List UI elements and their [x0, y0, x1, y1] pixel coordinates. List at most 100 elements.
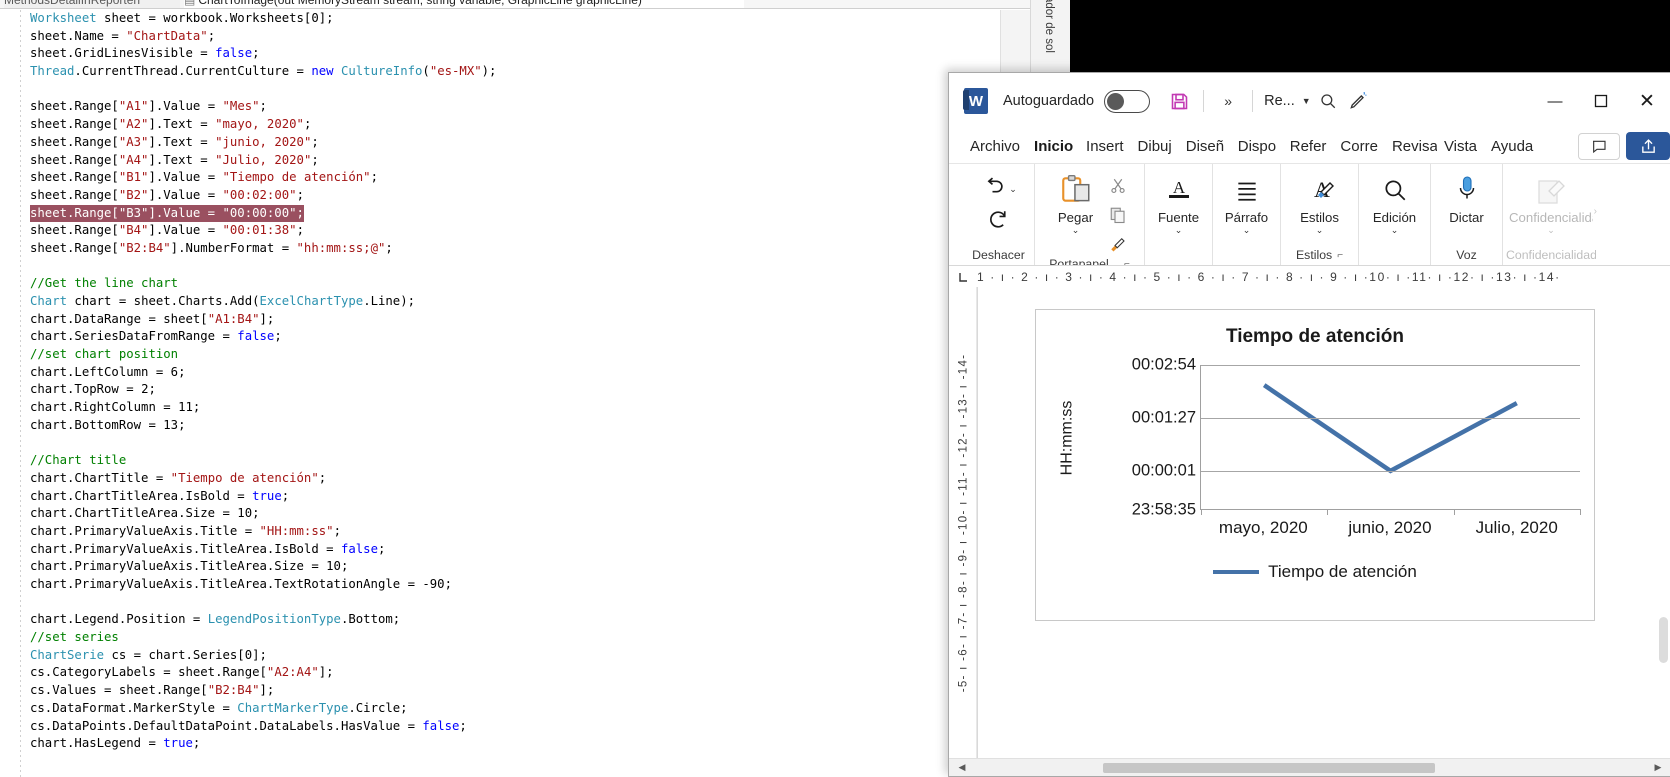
repeat-dropdown[interactable]: Re... ▼ [1264, 93, 1311, 109]
tab-corre[interactable]: Corre [1333, 136, 1385, 157]
undo-icon[interactable] [980, 174, 1005, 204]
ribbon-group-confidencialidad: Confidencialidad ⌄ › Confidencialidad [1503, 164, 1599, 265]
tab-vista[interactable]: Vista [1437, 136, 1484, 157]
edicion-caret-icon[interactable]: ⌄ [1391, 225, 1399, 235]
code-line: sheet.Range["B1"].Value = "Tiempo de ate… [30, 170, 378, 185]
scissors-icon[interactable] [1105, 173, 1131, 199]
ribbon-group-estilos: A Estilos ⌄ Estilos ⌐ [1281, 164, 1359, 265]
dialog-launcher-icon[interactable]: ⌐ [1337, 250, 1343, 261]
editor-tab-methods[interactable]: MethodsDetailInReporten [4, 0, 180, 8]
maximize-button[interactable] [1578, 73, 1624, 129]
estilos-caret-icon[interactable]: ⌄ [1316, 225, 1324, 235]
autosave-toggle[interactable] [1104, 89, 1151, 113]
document-horizontal-scrollbar[interactable]: ◀ ▶ [949, 758, 1670, 776]
confidencialidad-label: Confidencialidad [1509, 210, 1593, 225]
fuente-button[interactable]: A Fuente ⌄ [1152, 170, 1206, 235]
chart-y-tick-labels: 00:02:54 00:01:27 00:00:01 23:58:35 [1096, 356, 1196, 519]
code-line: sheet.Range["B2"].Value = "00:02:00"; [30, 187, 304, 202]
format-painter-icon[interactable] [1105, 231, 1131, 257]
scroll-thumb[interactable] [1103, 762, 1435, 773]
code-line: chart.PrimaryValueAxis.TitleArea.IsBold … [30, 541, 386, 556]
estilos-button[interactable]: A Estilos ⌄ [1293, 170, 1347, 235]
parrafo-caret-icon[interactable]: ⌄ [1243, 225, 1251, 235]
edicion-button[interactable]: Edición ⌄ [1368, 170, 1422, 235]
horizontal-ruler[interactable]: 1 · ı · 2 · ı · 3 · ı · 4 · ı · 5 · ı · … [949, 265, 1670, 287]
search-icon[interactable] [1313, 86, 1343, 116]
document-page[interactable]: Tiempo de atención HH:mm:ss 00:02:54 00:0… [977, 287, 1670, 758]
vertical-tool-strip-label: ador de sol [1043, 0, 1055, 53]
pen-highlight-icon[interactable] [1343, 86, 1373, 116]
tab-inicio[interactable]: Inicio [1027, 136, 1079, 157]
ribbon-group-label-row: Estilos ⌐ [1296, 248, 1343, 265]
tab-insert[interactable]: Insert [1079, 136, 1131, 157]
tab-stop-icon[interactable] [949, 271, 977, 283]
save-icon[interactable] [1164, 86, 1194, 116]
close-button[interactable]: ✕ [1624, 73, 1670, 129]
code-line: //Chart title [30, 453, 127, 468]
tab-dise[interactable]: Diseñ [1179, 136, 1231, 157]
chart-x-tick [1201, 509, 1202, 515]
document-vertical-scrollbar-thumb[interactable] [1659, 617, 1668, 663]
svg-text:A: A [1172, 178, 1185, 197]
tab-dispo[interactable]: Dispo [1231, 136, 1283, 157]
editor-tab-bar[interactable]: MethodsDetailInReporten ▤ ChartToImage(ou… [0, 0, 1030, 9]
undo-caret-icon[interactable]: ⌄ [1009, 184, 1017, 195]
copy-icon[interactable] [1105, 202, 1131, 228]
word-ribbon-tabs[interactable]: Archivo Inicio Insert Dibuj Diseñ Dispo Refer C… [949, 129, 1670, 163]
parrafo-label: Párrafo [1224, 210, 1269, 225]
ribbon-group-fuente: A Fuente ⌄ [1145, 164, 1213, 265]
tab-archivo[interactable]: Archivo [963, 136, 1027, 157]
tab-dibuj[interactable]: Dibuj [1131, 136, 1179, 157]
code-line: Worksheet sheet = workbook.Worksheets[0]… [30, 11, 334, 25]
tab-revisa[interactable]: Revisa [1385, 136, 1437, 157]
overflow-arrow-icon[interactable]: › [1594, 206, 1597, 217]
dictar-button[interactable]: Dictar [1440, 170, 1494, 225]
code-line: chart.ChartTitleArea.Size = 10; [30, 506, 260, 521]
code-line: ChartSerie cs = chart.Series[0]; [30, 647, 267, 662]
legend-line-swatch [1213, 570, 1260, 574]
minimize-button[interactable]: — [1532, 73, 1578, 129]
code-line: //set series [30, 630, 119, 645]
editor-tab-charttoimage[interactable]: ▤ ChartToImage(out MemoryStream stream, s… [184, 0, 744, 8]
paragraph-lines-icon [1234, 172, 1260, 208]
parrafo-button[interactable]: Párrafo ⌄ [1220, 170, 1274, 235]
code-line: sheet.Range["B3"].Value = "00:00:00"; [30, 204, 1000, 223]
code-line: chart.HasLegend = true; [30, 736, 201, 751]
tab-ayuda[interactable]: Ayuda [1484, 136, 1536, 157]
ribbon-group-edicion: Edición ⌄ [1359, 164, 1431, 265]
sensitivity-label-icon [1535, 172, 1567, 208]
code-text[interactable]: Worksheet sheet = workbook.Worksheets[0]… [0, 10, 1000, 777]
vertical-ruler[interactable]: -5- ı -6- ı -7- ı -8- ı -9- ı -10- ı -11… [949, 287, 977, 758]
chart-x-tick-labels: mayo, 2020 junio, 2020 Julio, 2020 [1200, 518, 1580, 538]
scroll-track[interactable] [975, 759, 1645, 777]
chart-x-tick [1327, 509, 1329, 515]
confidencialidad-button[interactable]: Confidencialidad ⌄ [1505, 170, 1597, 235]
method-icon: ▤ [184, 0, 196, 7]
editor-tab-label: ChartToImage(out MemoryStream stream, st… [198, 0, 642, 7]
chart-x-tick-label: Julio, 2020 [1475, 518, 1558, 537]
chevron-double-right-icon[interactable]: » [1213, 86, 1243, 116]
redo-icon[interactable] [986, 206, 1011, 236]
code-line: chart.TopRow = 2; [30, 382, 156, 397]
scroll-left-arrow-icon[interactable]: ◀ [949, 759, 975, 777]
paste-icon [1059, 172, 1093, 208]
code-line: cs.DataFormat.MarkerStyle = ChartMarkerT… [30, 700, 408, 715]
scroll-right-arrow-icon[interactable]: ▶ [1645, 759, 1670, 777]
edicion-label: Edición [1372, 210, 1417, 225]
chart-y-tick-label: 00:02:54 [1131, 355, 1196, 374]
comment-icon[interactable] [1578, 132, 1620, 160]
paste-button[interactable]: Pegar ⌄ [1049, 170, 1103, 235]
dictar-label: Dictar [1449, 210, 1484, 225]
embedded-chart[interactable]: Tiempo de atención HH:mm:ss 00:02:54 00:0… [1035, 309, 1595, 621]
chart-gridline [1201, 418, 1580, 420]
confidencialidad-caret-icon[interactable]: ⌄ [1547, 225, 1555, 235]
paste-caret-icon[interactable]: ⌄ [1072, 225, 1080, 235]
fuente-caret-icon[interactable]: ⌄ [1175, 225, 1183, 235]
chart-x-tick [1580, 509, 1581, 515]
share-button[interactable] [1626, 132, 1670, 160]
autosave-label: Autoguardado [1003, 93, 1095, 109]
font-icon: A [1164, 172, 1194, 208]
tab-refer[interactable]: Refer [1283, 136, 1334, 157]
